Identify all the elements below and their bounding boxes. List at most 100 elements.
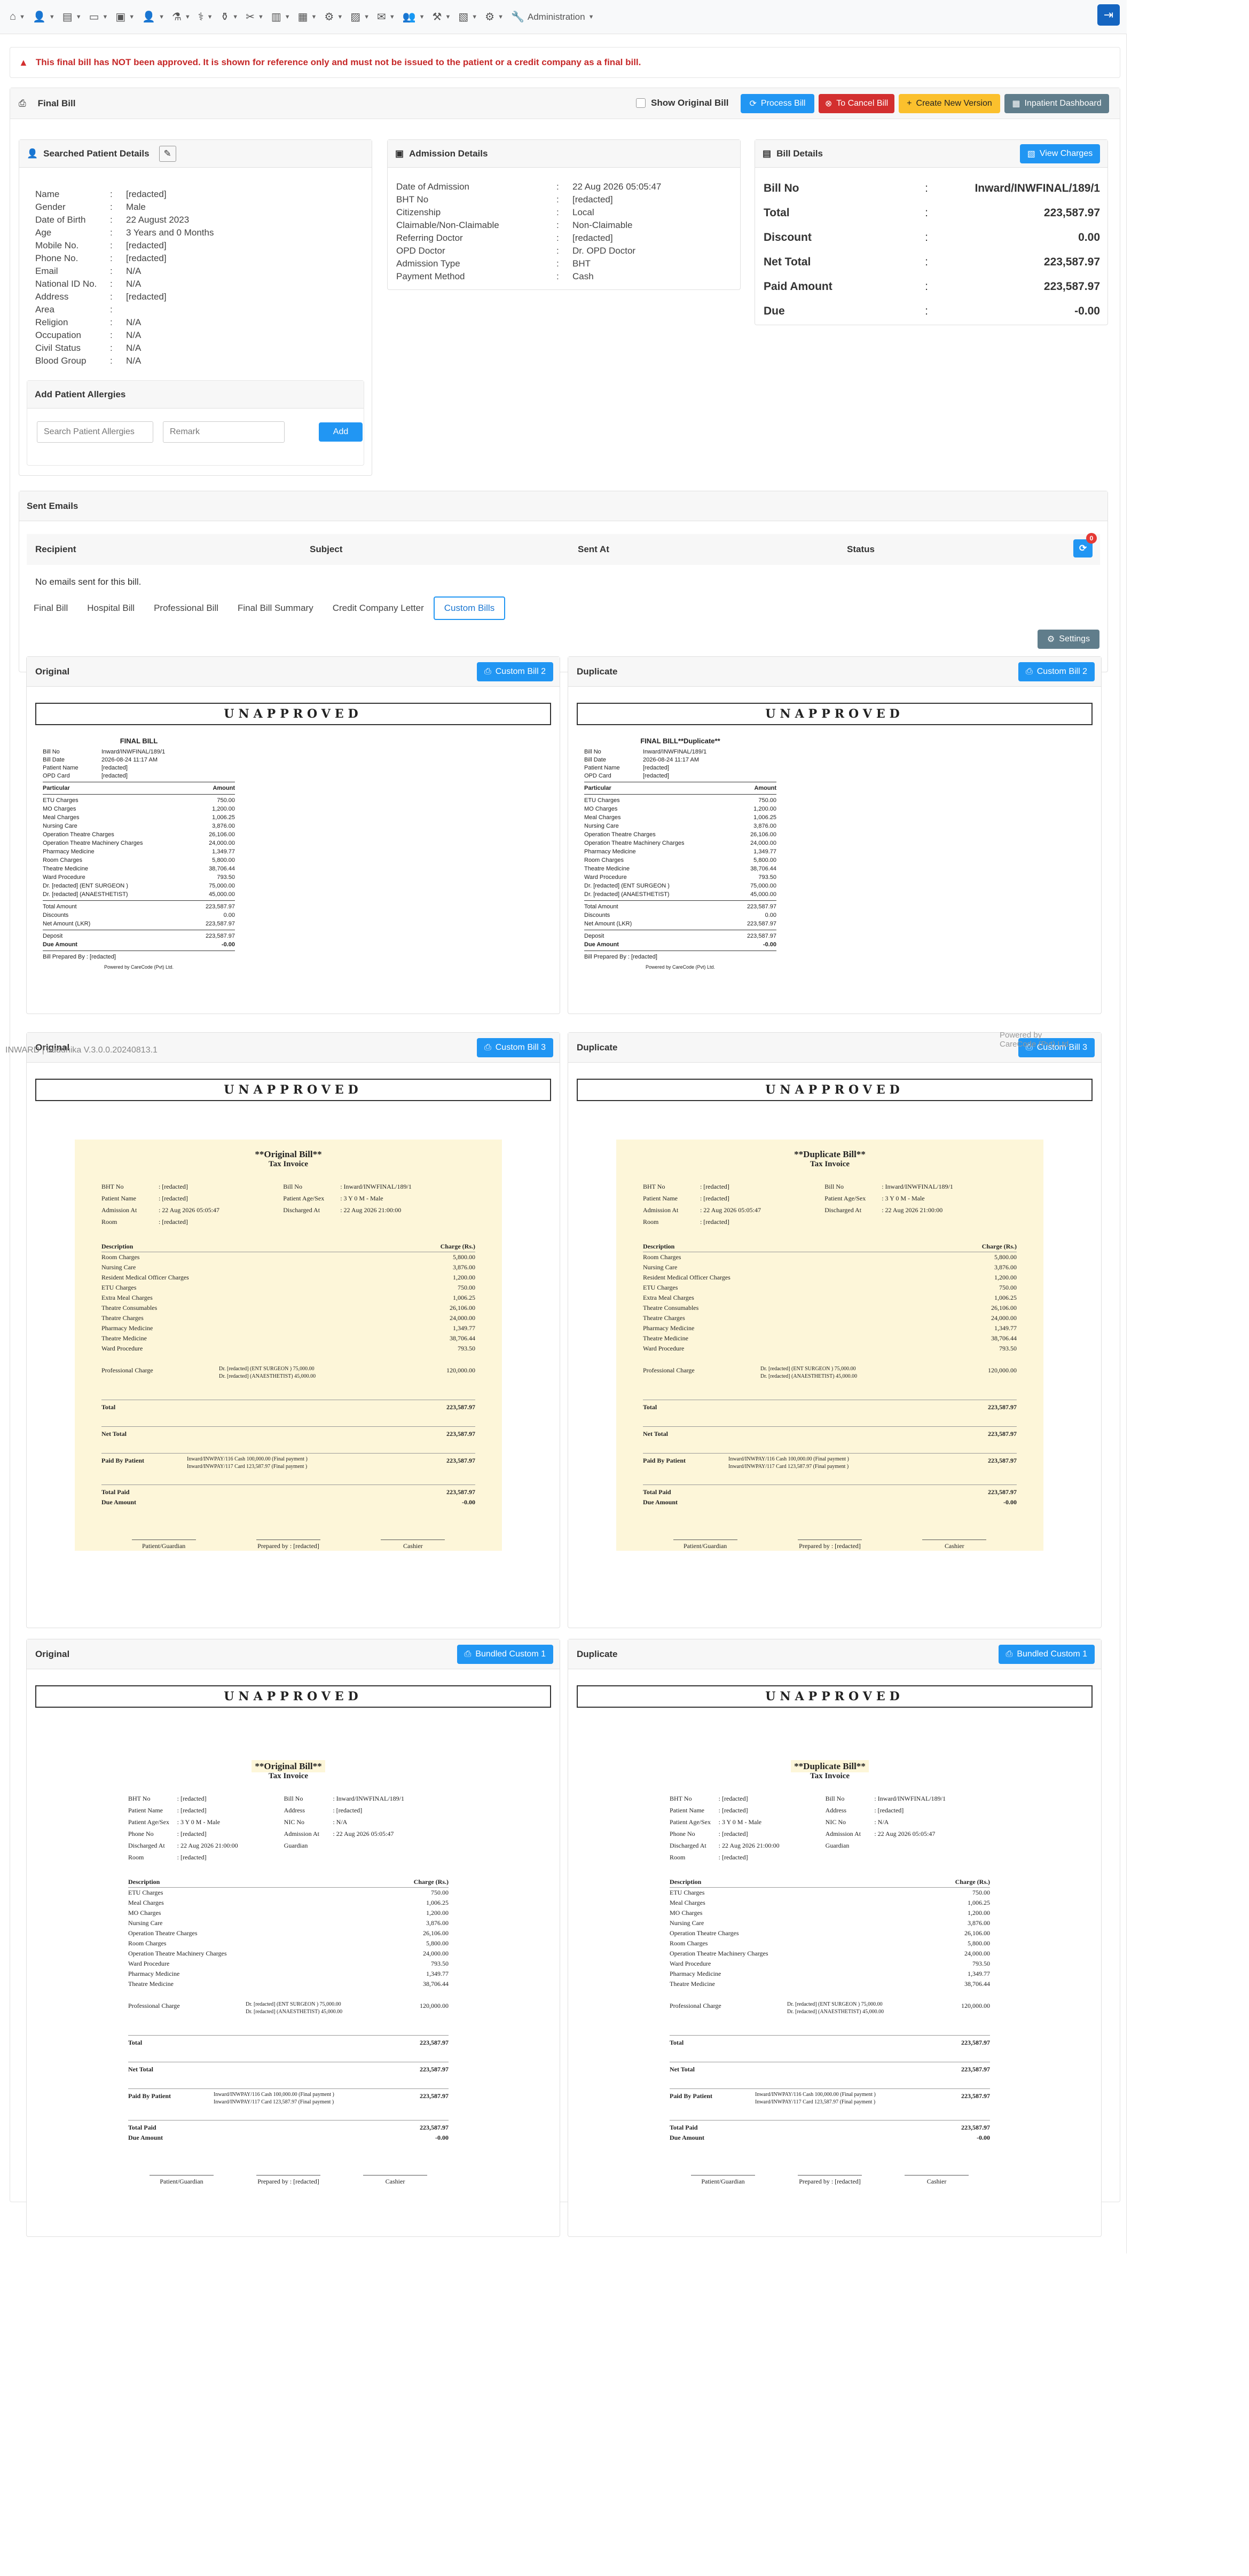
sent-emails-title: Sent Emails bbox=[27, 500, 78, 511]
row-label: Theatre Medicine bbox=[128, 1980, 174, 1988]
print-button-label: Custom Bill 2 bbox=[495, 667, 546, 676]
tab-credit-company-letter[interactable]: Credit Company Letter bbox=[323, 596, 434, 620]
field-label: Due bbox=[764, 305, 785, 317]
checkbox-box[interactable] bbox=[636, 98, 646, 108]
nav-menu-calendar[interactable]: ▦ ▼ bbox=[298, 10, 317, 23]
tab-final-bill-summary[interactable]: Final Bill Summary bbox=[228, 596, 323, 620]
add-allergy-button[interactable]: Add bbox=[319, 422, 363, 442]
field-colon: : bbox=[556, 271, 559, 281]
head-value: : [redacted] bbox=[177, 1807, 207, 1814]
col-amount: Amount bbox=[754, 785, 776, 791]
field-colon: : bbox=[556, 258, 559, 269]
head-value: : Inward/INWFINAL/189/1 bbox=[882, 1183, 953, 1190]
print-custom-bill-button[interactable]: ⎙ Custom Bill 3 bbox=[476, 1038, 553, 1057]
row-label: MO Charges bbox=[43, 806, 76, 812]
row-label: Total bbox=[670, 2039, 684, 2046]
professional-line: Dr. [redacted] (ENT SURGEON ) 75,000.00 bbox=[760, 1366, 856, 1372]
col-charge: Charge (Rs.) bbox=[413, 1878, 449, 1886]
row-label: Due Amount bbox=[101, 1498, 137, 1506]
row-amount: 223,587.97 bbox=[420, 2124, 449, 2131]
logout-button[interactable]: ⇥ bbox=[1097, 4, 1120, 26]
row-amount: 75,000.00 bbox=[750, 883, 776, 889]
print-custom-bill-button[interactable]: ⎙ Custom Bill 2 bbox=[476, 662, 553, 681]
nav-menu-storefront[interactable]: ▥ ▼ bbox=[271, 10, 290, 23]
nav-menu-inbox[interactable]: ▣ ▼ bbox=[115, 10, 135, 23]
print-custom-bill-button[interactable]: ⎙ Bundled Custom 1 bbox=[998, 1645, 1095, 1664]
nav-menu-chart[interactable]: ▧ ▼ bbox=[458, 10, 477, 23]
small-bill-row: Dr. [redacted] (ENT SURGEON ) 75,000.00 bbox=[43, 882, 235, 890]
col-amount: Amount bbox=[213, 785, 235, 791]
nav-menu-settings[interactable]: ⚙ ▼ bbox=[324, 10, 343, 23]
print-button-label: Custom Bill 2 bbox=[1036, 667, 1087, 676]
head-value: : 3 Y 0 M - Male bbox=[718, 1818, 762, 1826]
nav-menu-user-tie[interactable]: 👤 ▼ bbox=[142, 10, 164, 23]
head-value: 2026-08-24 11:17 AM bbox=[101, 757, 158, 763]
nav-menu-bed[interactable]: ▭ ▼ bbox=[89, 10, 108, 23]
nav-menu-home[interactable]: ⌂ ▼ bbox=[10, 11, 25, 23]
tab-custom-bills[interactable]: Custom Bills bbox=[433, 596, 506, 620]
nav-menu-card[interactable]: ▤ ▼ bbox=[62, 10, 82, 23]
row-label: Net Total bbox=[128, 2065, 154, 2073]
nav-menu-flask[interactable]: ⚱ ▼ bbox=[221, 10, 239, 23]
invoice-due-row: Due Amount -0.00 bbox=[643, 1497, 1017, 1507]
search-allergies-input[interactable]: Search Patient Allergies bbox=[37, 421, 153, 443]
inpatient-dashboard-button[interactable]: ▦ Inpatient Dashboard bbox=[1004, 94, 1109, 113]
nav-menu-user[interactable]: 👤 ▼ bbox=[33, 10, 55, 23]
remark-input[interactable]: Remark bbox=[163, 421, 285, 443]
row-label: Total bbox=[128, 2039, 143, 2046]
field-value: Inward/INWFINAL/189/1 bbox=[975, 182, 1100, 194]
nav-menu-money[interactable]: ▨ ▼ bbox=[350, 10, 370, 23]
invoice-title: **Original Bill** bbox=[101, 1149, 475, 1160]
tab-hospital-bill[interactable]: Hospital Bill bbox=[77, 596, 144, 620]
create-new-version-button[interactable]: + Create New Version bbox=[899, 94, 1000, 113]
edit-patient-button[interactable]: ✎ bbox=[159, 145, 176, 162]
invoice-due-row: Due Amount -0.00 bbox=[128, 2133, 449, 2143]
head-label: Room bbox=[128, 1854, 144, 1861]
field-colon: : bbox=[556, 246, 559, 256]
small-bill-row: ETU Charges 750.00 bbox=[43, 796, 235, 805]
row-label: Net Amount (LKR) bbox=[43, 921, 91, 927]
row-label: Dr. [redacted] (ANAESTHETIST) bbox=[584, 891, 670, 898]
print-custom-bill-button[interactable]: ⎙ Custom Bill 2 bbox=[1018, 662, 1095, 681]
gear-icon: ⚙ bbox=[485, 11, 495, 23]
field-colon: : bbox=[556, 194, 559, 205]
cancel-bill-button[interactable]: ⊗ To Cancel Bill bbox=[819, 94, 894, 113]
powered-by-footer: Powered by CareCode (Pvt) Ltd. bbox=[1000, 1031, 1071, 1049]
row-label: Meal Charges bbox=[43, 814, 80, 821]
chevron-down-icon: ▼ bbox=[129, 13, 135, 20]
gear-icon: ⚙ bbox=[1047, 635, 1055, 644]
field-label: BHT No bbox=[396, 194, 429, 205]
nav-menu-gear[interactable]: ⚙ ▼ bbox=[485, 10, 504, 23]
view-charges-button[interactable]: ▧ View Charges bbox=[1020, 144, 1100, 163]
process-bill-button[interactable]: ⟳ Process Bill bbox=[741, 94, 814, 113]
invoice-subtitle: Tax Invoice bbox=[810, 1772, 850, 1780]
head-label: Room bbox=[101, 1218, 117, 1226]
row-label: Net Total bbox=[643, 1430, 669, 1438]
print-custom-bill-button[interactable]: ⎙ Bundled Custom 1 bbox=[457, 1645, 553, 1664]
nav-menu-pharmacy[interactable]: ⚕ ▼ bbox=[198, 10, 213, 23]
patient-card-title: Searched Patient Details bbox=[43, 148, 150, 159]
nav-menu-wrench[interactable]: ⚒ ▼ bbox=[433, 10, 451, 23]
nav-menu-tools[interactable]: ✂ ▼ bbox=[246, 10, 264, 23]
unapproved-stamp: UNAPPROVED bbox=[577, 703, 1093, 725]
company-name: CareCode (Pvt) Ltd. bbox=[1000, 1040, 1071, 1049]
settings-button[interactable]: ⚙ Settings bbox=[1038, 630, 1099, 649]
cancel-icon: ⊗ bbox=[824, 99, 832, 108]
tab-professional-bill[interactable]: Professional Bill bbox=[144, 596, 228, 620]
head-value: : 22 Aug 2026 05:05:47 bbox=[158, 1206, 219, 1214]
head-value: Inward/INWFINAL/189/1 bbox=[101, 749, 166, 755]
nav-menu-mail[interactable]: ✉ ▼ bbox=[377, 10, 395, 23]
tab-final-bill[interactable]: Final Bill bbox=[24, 596, 77, 620]
head-label: Admission At bbox=[101, 1206, 137, 1214]
nav-menu-microscope[interactable]: ⚗ ▼ bbox=[172, 10, 191, 23]
field-row: National ID No.: N/A bbox=[35, 278, 214, 290]
nav-menu-administration[interactable]: 🔧 Administration ▼ bbox=[511, 10, 594, 23]
invoice-head-row: Admission At: 22 Aug 2026 05:05:47 Discha… bbox=[101, 1204, 475, 1216]
row-amount: 26,106.00 bbox=[423, 1929, 449, 1937]
field-value: 223,587.97 bbox=[1043, 207, 1100, 219]
nav-menu-users[interactable]: 👥 ▼ bbox=[403, 10, 425, 23]
show-original-checkbox[interactable]: Show Original Bill bbox=[636, 98, 728, 108]
field-row: Mobile No.: [redacted] bbox=[35, 239, 214, 252]
small-bill-row: Dr. [redacted] (ANAESTHETIST) 45,000.00 bbox=[43, 890, 235, 899]
row-amount: 223,587.97 bbox=[205, 933, 235, 939]
